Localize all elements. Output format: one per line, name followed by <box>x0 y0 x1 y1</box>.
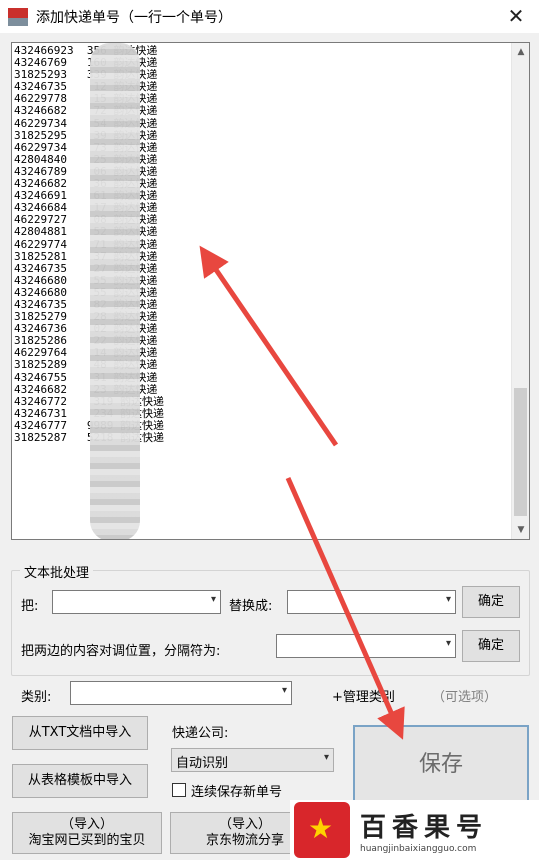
tracking-line: 31825286 22 韵达快递 <box>14 335 158 348</box>
tracking-line: 31825287 5218 韵达快递 <box>14 432 164 444</box>
import-taobao-prefix: （导入） <box>60 817 113 832</box>
replace-label: 把: <box>21 599 39 614</box>
tracking-line: 43246735 82 韵达快递 <box>14 298 158 311</box>
confirm-swap-button[interactable]: 确定 <box>462 630 520 662</box>
chevron-down-icon: ▾ <box>323 752 329 763</box>
import-txt-button[interactable]: 从TXT文档中导入 <box>12 716 148 750</box>
separator-combo[interactable]: ▾ <box>276 634 456 658</box>
save-button[interactable]: 保存 <box>353 725 529 805</box>
window-title: 添加快递单号（一行一个单号） <box>36 9 232 26</box>
replace-from-combo[interactable]: ▾ <box>52 590 221 614</box>
tracking-line: 46229734 54 韵达快递 <box>14 117 158 130</box>
tracking-line: 43246682 23 韵达快递 <box>14 383 158 396</box>
tracking-lines: 432466923 356 韵达快递 43246769 160 韵达快递 31825… <box>14 45 511 444</box>
privacy-blur-mask <box>90 43 140 539</box>
tracking-line: 46229778 15 韵达快递 <box>14 93 158 106</box>
tracking-line: 46229734 73 韵达快递 <box>14 141 158 154</box>
tracking-number-textarea[interactable]: 432466923 356 韵达快递 43246769 160 韵达快递 31825… <box>11 42 530 540</box>
courier-select[interactable]: 自动识别 ▾ <box>171 748 334 772</box>
watermark-title: 百香果号 <box>360 812 489 843</box>
title-bar: 添加快递单号（一行一个单号） ✕ <box>0 0 539 33</box>
tracking-line: 46229774 71 韵达快递 <box>14 238 158 251</box>
scroll-thumb[interactable] <box>514 388 527 516</box>
watermark-logo: ★ <box>294 802 350 858</box>
app-icon <box>8 7 28 26</box>
tracking-line: 43246682 72 韵达快递 <box>14 105 158 118</box>
tracking-line: 43246769 160 韵达快递 <box>14 57 158 70</box>
tracking-line: 31825279 28 韵达快递 <box>14 311 158 324</box>
tracking-line: 432466923 356 韵达快递 <box>14 45 158 57</box>
import-jd-prefix: （导入） <box>218 817 271 832</box>
courier-selected-value: 自动识别 <box>176 756 229 771</box>
courier-label: 快递公司: <box>172 726 229 741</box>
scroll-up-icon[interactable]: ▲ <box>512 43 529 61</box>
continuous-save-label: 连续保存新单号 <box>191 785 283 800</box>
star-icon: ★ <box>308 812 334 845</box>
chevron-down-icon: ▾ <box>445 594 451 605</box>
tracking-line: 42804840 25 韵达快递 <box>14 153 158 166</box>
watermark-url: huangjinbaixiangguo.com <box>360 843 477 854</box>
tracking-line: 31825289 48 韵达快递 <box>14 359 158 372</box>
tracking-line: 43246731 234 韵达快递 <box>14 407 164 420</box>
tracking-line: 31825281 37 韵达快递 <box>14 250 158 263</box>
tracking-line: 43246735 27 韵达快递 <box>14 262 158 275</box>
chevron-down-icon: ▾ <box>210 594 216 605</box>
tracking-line: 43246755 31 韵达快递 <box>14 371 158 384</box>
text-processing-group <box>11 570 530 676</box>
tracking-line: 43246684 17 韵达快递 <box>14 202 158 215</box>
import-jd-label: 京东物流分享 <box>205 833 284 848</box>
tracking-line: 43246736 02 韵达快递 <box>14 323 158 336</box>
tracking-line: 43246691 61 韵达快递 <box>14 190 158 203</box>
group-title: 文本批处理 <box>20 562 94 581</box>
close-button[interactable]: ✕ <box>501 4 531 28</box>
tracking-line: 31825293 339 韵达快递 <box>14 69 158 82</box>
import-taobao-button[interactable]: （导入） 淘宝网已买到的宝贝 <box>12 812 162 854</box>
tracking-line: 43246735 12 韵达快递 <box>14 81 158 94</box>
replace-with-label: 替换成: <box>229 599 273 614</box>
tracking-line: 43246682 36 韵达快递 <box>14 178 158 191</box>
watermark: ★ 百香果号 huangjinbaixiangguo.com <box>290 800 539 860</box>
tracking-line: 43246772 319 韵达快递 <box>14 395 164 408</box>
category-combo[interactable]: ▾ <box>70 681 292 705</box>
tracking-line: 43246777 9989 韵达快递 <box>14 419 164 432</box>
tracking-line: 43246680 55 韵达快递 <box>14 286 158 299</box>
replace-to-combo[interactable]: ▾ <box>287 590 456 614</box>
chevron-down-icon: ▾ <box>281 685 287 696</box>
category-label: 类别: <box>21 690 52 705</box>
chevron-down-icon: ▾ <box>445 638 451 649</box>
tracking-line: 31825295 39 韵达快递 <box>14 129 158 142</box>
tracking-line: 42804881 52 韵达快递 <box>14 226 158 239</box>
import-table-button[interactable]: 从表格模板中导入 <box>12 764 148 798</box>
scroll-down-icon[interactable]: ▼ <box>512 521 529 539</box>
tracking-line: 43246680 55 韵达快递 <box>14 274 158 287</box>
vertical-scrollbar[interactable]: ▲ ▼ <box>511 43 529 539</box>
swap-label: 把两边的内容对调位置，分隔符为: <box>21 644 221 659</box>
tracking-line: 46229727 08 韵达快递 <box>14 214 158 227</box>
import-taobao-label: 淘宝网已买到的宝贝 <box>28 833 146 848</box>
tracking-line: 43246789 06 韵达快递 <box>14 165 158 178</box>
manage-category-link[interactable]: +管理类别 <box>332 686 395 705</box>
optional-hint: （可选项） <box>432 690 498 705</box>
tracking-line: 46229764 14 韵达快递 <box>14 347 158 360</box>
confirm-replace-button[interactable]: 确定 <box>462 586 520 618</box>
continuous-save-checkbox[interactable] <box>172 783 186 797</box>
